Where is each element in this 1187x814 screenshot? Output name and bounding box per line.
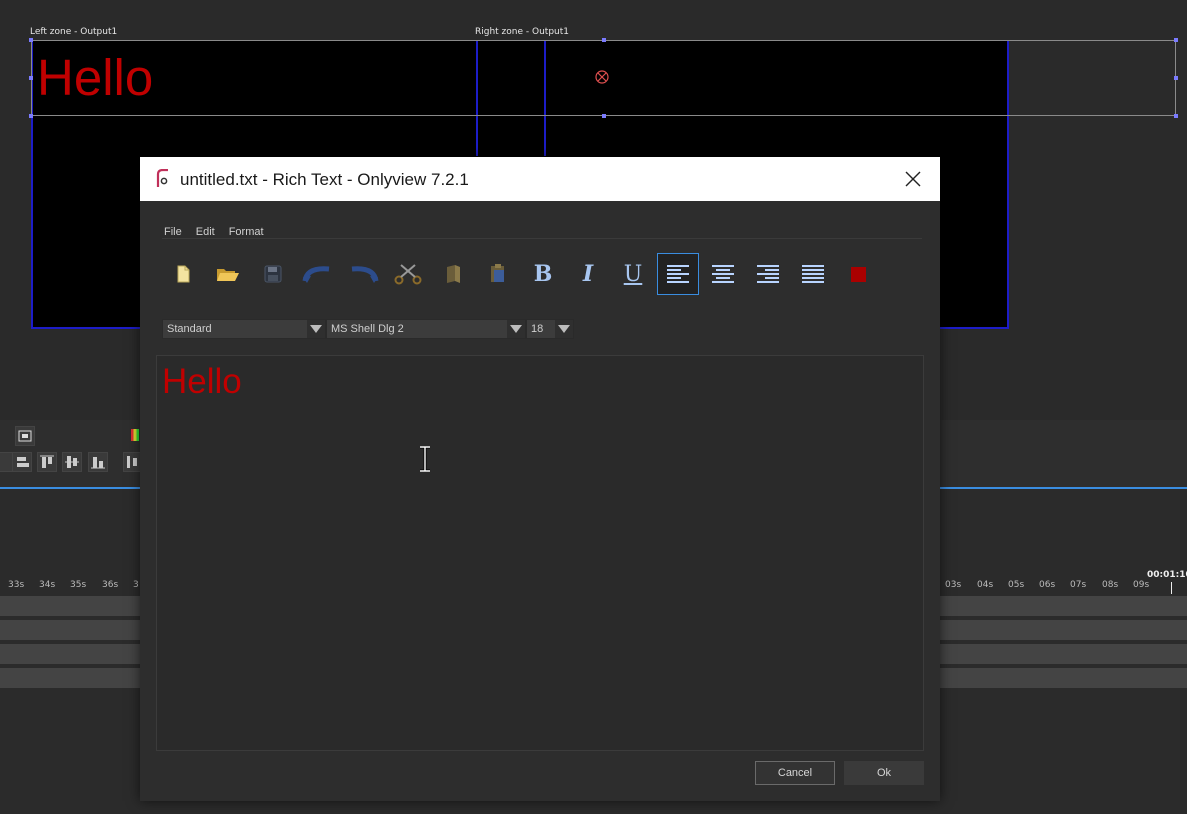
align-right-icon	[757, 265, 779, 283]
paste-button[interactable]	[477, 253, 519, 295]
paragraph-style-value: Standard	[167, 323, 212, 335]
editor-text[interactable]: Hello	[162, 364, 242, 399]
bold-button[interactable]: B	[522, 253, 564, 295]
ruler-tick: 3	[133, 580, 139, 590]
rich-text-dialog: untitled.txt - Rich Text - Onlyview 7.2.…	[140, 157, 940, 801]
new-button[interactable]	[162, 253, 204, 295]
ruler-tick: 03s	[945, 580, 962, 590]
paragraph-style-select[interactable]: Standard	[162, 319, 326, 339]
save-button[interactable]	[252, 253, 294, 295]
chevron-down-icon	[507, 320, 525, 338]
menu-format[interactable]: Format	[229, 226, 264, 238]
level-meter-icon	[131, 429, 139, 441]
chevron-down-icon	[307, 320, 325, 338]
undo-button[interactable]	[297, 253, 339, 295]
ruler-tick: 09s	[1133, 580, 1150, 590]
font-size-select[interactable]: 18	[526, 319, 574, 339]
resize-handle[interactable]	[29, 114, 33, 118]
preview-text[interactable]: Hello	[37, 52, 153, 103]
anchor-point-icon[interactable]	[595, 70, 609, 84]
undo-icon	[302, 266, 330, 283]
frame-icon	[18, 430, 32, 442]
right-zone-label: Right zone - Output1	[475, 27, 569, 37]
dialog-titlebar[interactable]: untitled.txt - Rich Text - Onlyview 7.2.…	[140, 157, 940, 201]
align-left-button[interactable]	[657, 253, 699, 295]
redo-icon	[351, 266, 379, 283]
ruler-tick: 34s	[39, 580, 56, 590]
redo-button[interactable]	[342, 253, 384, 295]
italic-button[interactable]: I	[567, 253, 609, 295]
dialog-title: untitled.txt - Rich Text - Onlyview 7.2.…	[180, 170, 469, 189]
menu-bar: File Edit Format	[164, 220, 278, 239]
align-middle-icon	[65, 456, 79, 468]
align-left-icon	[667, 265, 689, 283]
resize-handle[interactable]	[29, 38, 33, 42]
ruler-tick: 06s	[1039, 580, 1056, 590]
align-center-button[interactable]	[702, 253, 744, 295]
resize-handle[interactable]	[1174, 38, 1178, 42]
font-size-value: 18	[531, 323, 544, 335]
ruler-tick: 05s	[1008, 580, 1025, 590]
resize-handle[interactable]	[1174, 114, 1178, 118]
resize-handle[interactable]	[29, 76, 33, 80]
paste-icon	[491, 264, 504, 282]
new-file-icon	[177, 265, 190, 283]
copy-button[interactable]	[432, 253, 474, 295]
close-icon[interactable]	[902, 168, 924, 190]
ok-button[interactable]: Ok	[844, 761, 924, 785]
fit-frame-button[interactable]	[15, 426, 35, 446]
underline-icon: U	[623, 261, 643, 287]
playhead[interactable]	[1171, 582, 1172, 594]
ruler-tick: 04s	[977, 580, 994, 590]
align-middle-button[interactable]	[62, 452, 82, 472]
resize-handle[interactable]	[602, 38, 606, 42]
cut-button[interactable]	[387, 253, 429, 295]
ruler-tick: 33s	[8, 580, 25, 590]
resize-handle[interactable]	[602, 114, 606, 118]
align-justify-icon	[802, 265, 824, 283]
ruler-tick: 35s	[70, 580, 87, 590]
align-left-edge-icon	[17, 457, 29, 467]
save-icon	[264, 265, 282, 283]
resize-handle[interactable]	[1174, 76, 1178, 80]
align-left-edge-button[interactable]	[12, 452, 32, 472]
italic-icon: I	[582, 261, 594, 287]
copy-icon	[447, 265, 460, 283]
align-bottom-button[interactable]	[88, 452, 108, 472]
chevron-down-icon	[555, 320, 573, 338]
font-family-select[interactable]: MS Shell Dlg 2	[326, 319, 526, 339]
ruler-tick: 08s	[1102, 580, 1119, 590]
open-button[interactable]	[207, 253, 249, 295]
font-family-value: MS Shell Dlg 2	[331, 323, 404, 335]
open-folder-icon	[217, 269, 239, 281]
text-color-icon	[850, 266, 866, 282]
align-top-icon	[40, 455, 54, 468]
align-bottom-icon	[91, 457, 105, 469]
underline-button[interactable]: U	[612, 253, 654, 295]
ruler-tick: 36s	[102, 580, 119, 590]
align-right-button[interactable]	[747, 253, 789, 295]
menu-divider	[162, 238, 922, 239]
bold-icon: B	[533, 261, 553, 287]
text-color-button[interactable]	[837, 253, 879, 295]
timecode-display: 00:01:10:0	[1147, 570, 1187, 580]
align-top-button[interactable]	[37, 452, 57, 472]
align-justify-button[interactable]	[792, 253, 834, 295]
align-center-icon	[712, 265, 734, 283]
menu-file[interactable]: File	[164, 226, 182, 238]
left-zone-label: Left zone - Output1	[30, 27, 118, 37]
rich-text-editor[interactable]: Hello	[156, 355, 924, 751]
cancel-button[interactable]: Cancel	[755, 761, 835, 785]
ruler-tick: 07s	[1070, 580, 1087, 590]
onlyview-logo-icon	[156, 169, 168, 187]
cut-icon	[394, 264, 422, 285]
menu-edit[interactable]: Edit	[196, 226, 215, 238]
text-cursor-icon	[420, 446, 430, 472]
